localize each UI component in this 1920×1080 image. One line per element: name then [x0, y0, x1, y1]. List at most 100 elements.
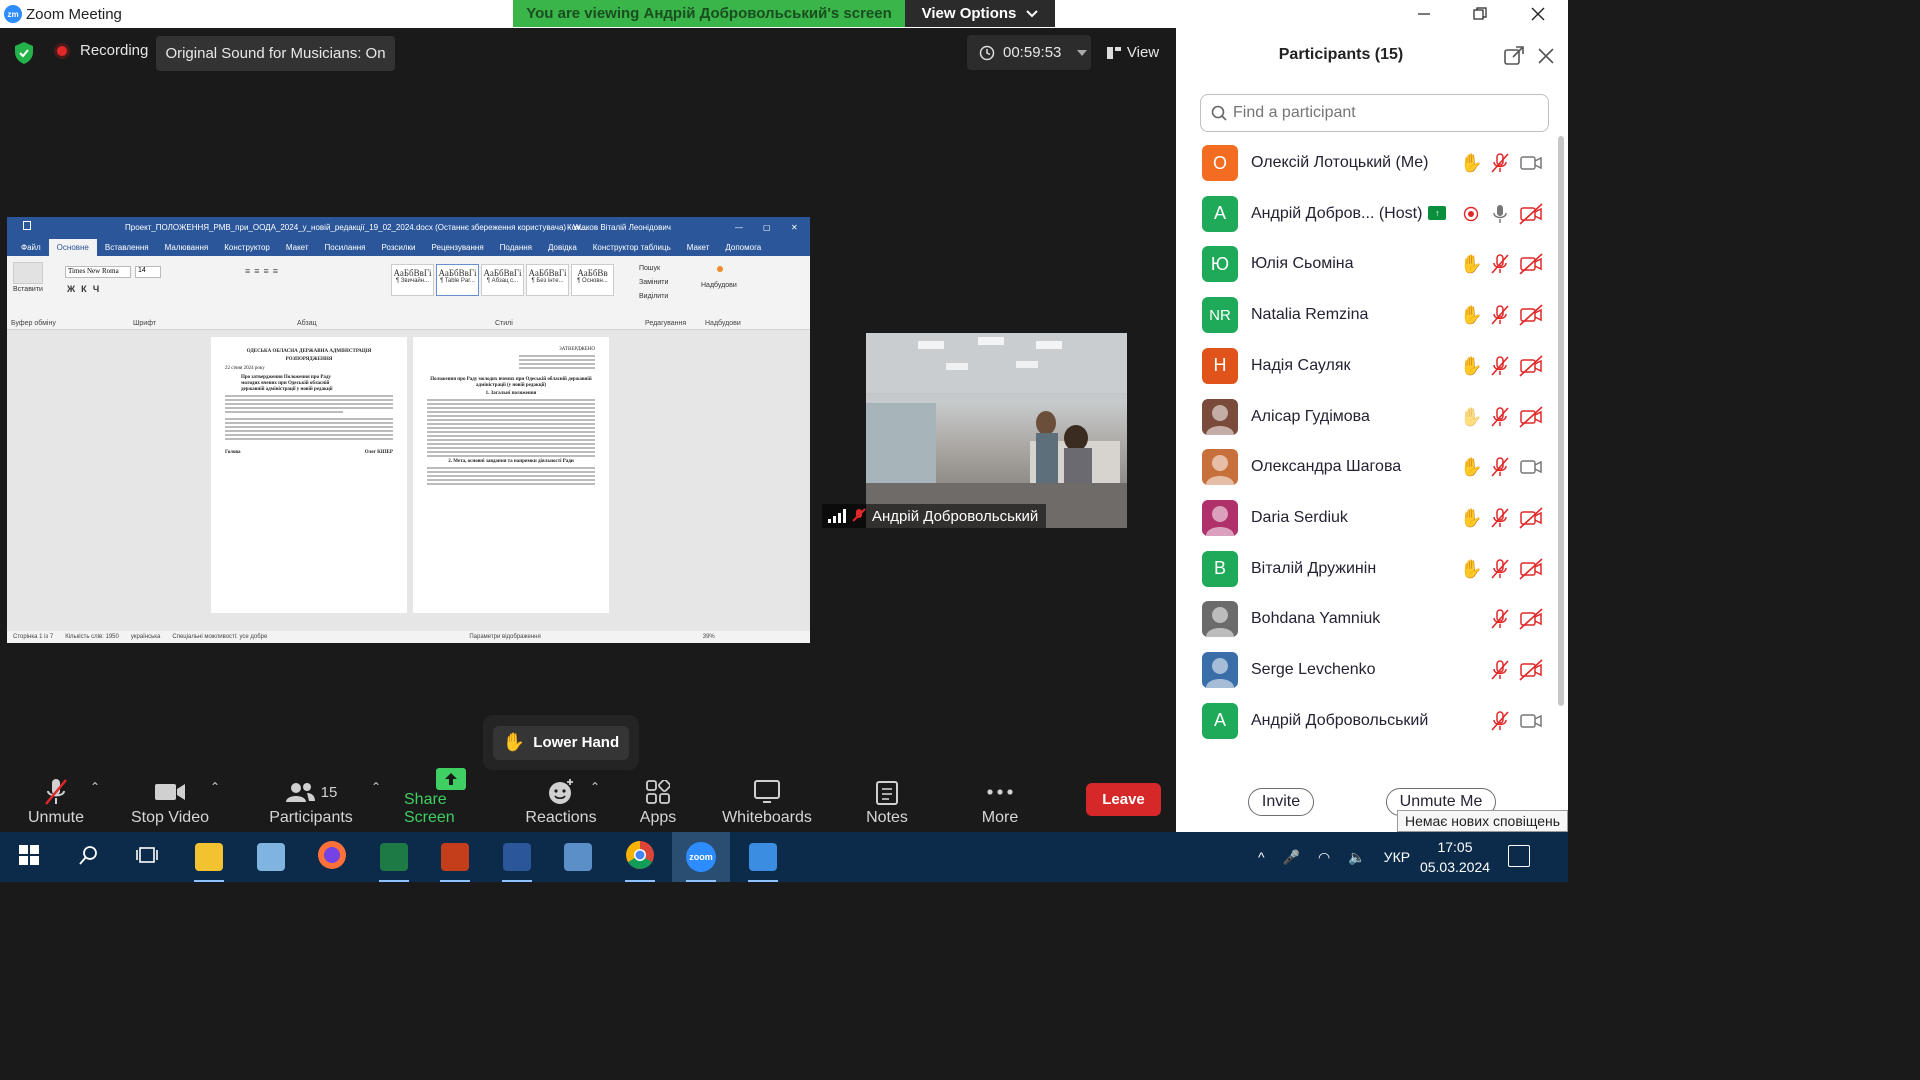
editing-group[interactable]: Пошук Замінити Виділити: [639, 262, 668, 304]
word-tab[interactable]: Подання: [492, 239, 540, 256]
video-off-icon[interactable]: [1519, 507, 1543, 529]
participant-row[interactable]: Serge Levchenko: [1176, 645, 1556, 695]
more-button[interactable]: More: [970, 770, 1030, 832]
taskbar-photos-button[interactable]: [734, 832, 792, 882]
audio-options-caret-icon[interactable]: ⌃: [90, 780, 100, 794]
participant-row[interactable]: А Андрій Добровольський: [1176, 696, 1556, 746]
muted-mic-icon[interactable]: [1489, 558, 1511, 580]
font-size-select[interactable]: 14: [135, 266, 161, 278]
video-tile[interactable]: [866, 333, 1127, 528]
paragraph-buttons[interactable]: ≡≡≡≡: [245, 266, 282, 276]
word-tab[interactable]: Основне: [48, 239, 97, 256]
original-sound-toggle[interactable]: Original Sound for Musicians: On: [156, 36, 395, 71]
taskbar-excel-button[interactable]: [365, 832, 423, 882]
participant-row[interactable]: Н Надія Сауляк ✋: [1176, 341, 1556, 391]
style-list-paragraph[interactable]: АаБбВвГі ¶ Абзац с...: [481, 264, 524, 296]
reactions-button[interactable]: Reactions: [524, 770, 598, 832]
taskbar-paint-button[interactable]: [242, 832, 300, 882]
video-off-icon[interactable]: [1519, 558, 1543, 580]
network-icon[interactable]: ◠: [1318, 849, 1330, 866]
video-camera-icon[interactable]: [1519, 710, 1543, 732]
unmute-button[interactable]: Unmute: [22, 770, 90, 832]
word-tab[interactable]: Конструктор: [216, 239, 278, 256]
word-tab[interactable]: Рецензування: [424, 239, 492, 256]
minimize-button[interactable]: [1396, 0, 1452, 28]
chevron-up-icon[interactable]: ^: [1258, 849, 1265, 865]
meeting-timer[interactable]: 00:59:53: [967, 35, 1091, 70]
notes-button[interactable]: Notes: [856, 770, 918, 832]
taskbar-clock[interactable]: 17:05 05.03.2024: [1416, 837, 1494, 877]
whiteboards-button[interactable]: Whiteboards: [716, 770, 818, 832]
word-tab[interactable]: Конструктор таблиць: [585, 239, 679, 256]
taskbar-file-explorer-button[interactable]: [180, 832, 238, 882]
video-off-icon[interactable]: [1519, 304, 1543, 326]
participants-options-caret-icon[interactable]: ⌃: [371, 780, 381, 794]
participant-row[interactable]: Алісар Гудімова ✋: [1176, 392, 1556, 442]
font-format-buttons[interactable]: ЖКЧ: [67, 284, 105, 294]
participant-row[interactable]: В Віталій Дружинін ✋: [1176, 544, 1556, 594]
word-tab[interactable]: Малювання: [157, 239, 217, 256]
lower-hand-button[interactable]: ✋ Lower Hand: [493, 725, 629, 760]
word-tab[interactable]: Файл: [13, 239, 49, 256]
video-camera-icon[interactable]: [1519, 152, 1543, 174]
participant-row[interactable]: Ю Юлія Сьоміна ✋: [1176, 239, 1556, 289]
apps-button[interactable]: Apps: [628, 770, 688, 832]
taskbar-zoom-button[interactable]: zoom: [672, 832, 730, 882]
style-body-text[interactable]: АаБбВв ¶ Основн...: [571, 264, 614, 296]
mic-icon[interactable]: [1489, 203, 1511, 225]
share-screen-button[interactable]: Share Screen: [404, 768, 498, 832]
video-off-icon[interactable]: [1519, 659, 1543, 681]
muted-mic-icon[interactable]: [1489, 406, 1511, 428]
taskbar-search-button[interactable]: [60, 832, 118, 882]
view-layout-button[interactable]: View: [1098, 35, 1168, 70]
muted-mic-icon[interactable]: [1489, 710, 1511, 732]
muted-mic-icon[interactable]: [1489, 608, 1511, 630]
video-off-icon[interactable]: [1519, 355, 1543, 377]
participant-row[interactable]: О Олексій Лотоцький (Me) ✋: [1176, 138, 1556, 188]
video-off-icon[interactable]: [1519, 203, 1543, 225]
video-off-icon[interactable]: [1519, 608, 1543, 630]
language-indicator[interactable]: УКР: [1384, 849, 1410, 865]
video-camera-icon[interactable]: [1519, 456, 1543, 478]
muted-mic-icon[interactable]: [1489, 152, 1511, 174]
microphone-icon[interactable]: 🎤: [1283, 849, 1300, 866]
close-panel-icon[interactable]: [1538, 48, 1554, 64]
muted-mic-icon[interactable]: [1489, 507, 1511, 529]
participant-row[interactable]: Daria Serdiuk ✋: [1176, 493, 1556, 543]
recording-indicator[interactable]: Recording: [54, 42, 148, 59]
search-input[interactable]: [1233, 104, 1533, 122]
popout-icon[interactable]: [1504, 46, 1524, 66]
taskbar-firefox-button[interactable]: [303, 832, 361, 882]
invite-button[interactable]: Invite: [1248, 788, 1314, 816]
word-tab[interactable]: Розсилки: [373, 239, 423, 256]
participant-row[interactable]: NR Natalia Remzina ✋: [1176, 290, 1556, 340]
style-normal[interactable]: АаБбВвГі ¶ Звичайн...: [391, 264, 434, 296]
word-help-tab[interactable]: Допомога: [717, 239, 769, 256]
word-tab[interactable]: Посилання: [317, 239, 374, 256]
participants-button[interactable]: 15 Participants: [268, 770, 354, 832]
notifications-icon[interactable]: [1508, 845, 1530, 867]
word-tab[interactable]: Макет: [278, 239, 317, 256]
muted-mic-icon[interactable]: [1489, 355, 1511, 377]
restore-button[interactable]: [1452, 0, 1508, 28]
video-options-caret-icon[interactable]: ⌃: [210, 780, 220, 794]
font-name-select[interactable]: Times New Roma: [65, 266, 131, 278]
word-tab[interactable]: Макет: [679, 239, 718, 256]
taskbar-start-button[interactable]: [0, 832, 58, 882]
style-no-spacing[interactable]: АаБбВвГі ¶ Без інте...: [526, 264, 569, 296]
word-tab[interactable]: Довідка: [540, 239, 585, 256]
muted-mic-icon[interactable]: [1489, 659, 1511, 681]
taskbar-task-view-button[interactable]: [118, 832, 176, 882]
leave-button[interactable]: Leave: [1086, 783, 1161, 816]
taskbar-calculator-button[interactable]: [549, 832, 607, 882]
taskbar-chrome-button[interactable]: [611, 832, 669, 882]
video-off-icon[interactable]: [1519, 405, 1543, 428]
style-table-paragraph[interactable]: АаБбВвГі ¶ Table Par...: [436, 264, 479, 296]
video-off-icon[interactable]: [1519, 253, 1543, 275]
close-window-button[interactable]: [1510, 0, 1566, 28]
word-tab[interactable]: Вставлення: [97, 239, 157, 256]
muted-mic-icon[interactable]: [1489, 253, 1511, 275]
reactions-options-caret-icon[interactable]: ⌃: [590, 780, 600, 794]
security-shield-icon[interactable]: [13, 41, 35, 65]
muted-mic-icon[interactable]: [1489, 304, 1511, 326]
